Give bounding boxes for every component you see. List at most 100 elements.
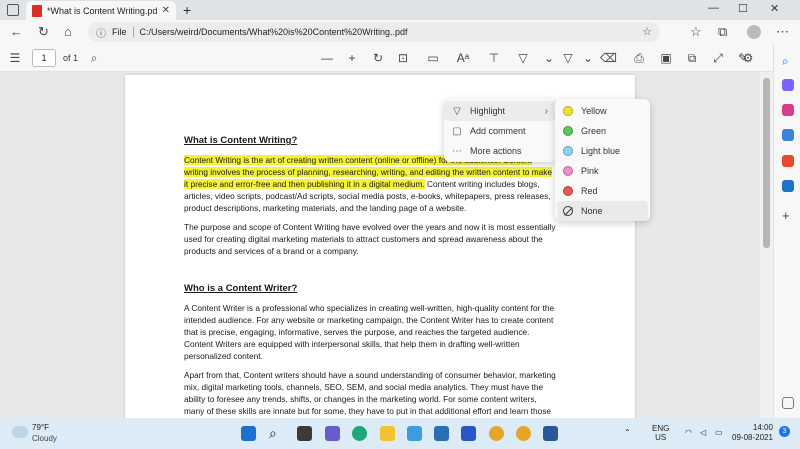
weather-condition[interactable]: Cloudy (32, 434, 57, 443)
highlight-options-icon[interactable]: ⌄ (580, 51, 596, 65)
green-swatch-icon (563, 126, 573, 136)
menu-item-add-comment[interactable]: ▢ Add comment (444, 121, 556, 141)
page-content: What is Content Writing? Content Writing… (184, 135, 556, 418)
scrollbar-thumb[interactable] (763, 78, 770, 248)
maximize-button[interactable]: ☐ (738, 2, 748, 15)
page-number-input[interactable]: 1 (32, 49, 56, 67)
search-icon[interactable]: ⌕ (86, 51, 102, 66)
clock[interactable]: 14:00 09-08-2021 (732, 423, 773, 443)
color-option-none[interactable]: None (557, 201, 648, 221)
pink-swatch-icon (563, 166, 573, 176)
notification-badge[interactable]: 3 (779, 426, 790, 437)
browser-tab[interactable]: *What is Content Writing.pdf ✕ (26, 1, 176, 20)
menu-item-more-actions[interactable]: ⋯ More actions (444, 141, 556, 161)
page-view-icon[interactable]: ▭ (425, 51, 441, 65)
zoom-out-icon[interactable]: — (319, 51, 335, 65)
color-option-light-blue[interactable]: Light blue (557, 141, 648, 161)
search-icon[interactable]: ⌕ (782, 55, 794, 67)
favorite-star-icon[interactable]: ☆ (642, 25, 652, 38)
paragraph-3: A Content Writer is a professional who s… (184, 303, 555, 361)
menu-item-highlight[interactable]: ▽ Highlight › (444, 101, 556, 121)
close-tab-icon[interactable]: ✕ (162, 5, 170, 16)
address-url: C:/Users/weird/Documents/What%20is%20Con… (139, 27, 408, 37)
language-indicator[interactable]: ENG US (652, 424, 669, 442)
fullscreen-icon[interactable]: ⤢ (710, 51, 726, 66)
erase-icon[interactable]: ⌫ (600, 51, 617, 65)
volume-icon[interactable]: ◁ (700, 428, 706, 437)
refresh-icon[interactable]: ↻ (38, 24, 49, 40)
address-divider (132, 27, 134, 37)
highlighter-icon: ▽ (453, 105, 461, 117)
fit-page-icon[interactable]: ⊡ (395, 51, 411, 65)
office-icon[interactable] (782, 155, 794, 167)
start-icon[interactable] (241, 426, 256, 441)
read-aloud-icon[interactable]: Aᵃ (455, 51, 471, 65)
paragraph-1[interactable]: Content Writing is the art of creating w… (184, 154, 556, 214)
wifi-icon[interactable]: ◠ (685, 428, 692, 437)
info-icon[interactable]: ⓘ (96, 25, 106, 40)
pdf-viewer: What is Content Writing? Content Writing… (0, 72, 773, 418)
save-as-icon[interactable]: ⧉ (684, 51, 700, 66)
color-label: Light blue (581, 146, 621, 156)
store-icon[interactable] (407, 426, 422, 441)
chrome-profile-icon[interactable] (516, 426, 531, 441)
save-icon[interactable]: ▣ (658, 51, 674, 65)
task-view-icon[interactable] (297, 426, 312, 441)
address-scheme: File (112, 27, 127, 37)
home-icon[interactable]: ⌂ (64, 24, 72, 39)
heading-content-writer: Who is a Content Writer? (184, 283, 298, 294)
favorites-icon[interactable]: ☆ (690, 24, 702, 40)
chevron-up-icon[interactable]: ⌃ (624, 428, 631, 437)
edge-icon[interactable] (352, 426, 367, 441)
color-label: Green (581, 126, 607, 136)
taskbar-search-icon[interactable]: ⌕ (269, 426, 284, 441)
profile-avatar[interactable] (747, 25, 761, 39)
settings-more-icon[interactable]: ⋯ (776, 24, 789, 40)
pdf-toolbar: ☰ 1 of 1 ⌕ — + ↻ ⊡ ▭ Aᵃ ⊤ ▽ ⌄ ▽ ⌄ ⌫ ⎙ ▣ … (0, 44, 773, 72)
app-icon[interactable] (461, 426, 476, 441)
cloud-icon[interactable] (12, 426, 28, 438)
print-icon[interactable]: ⎙ (631, 51, 647, 66)
chrome-icon[interactable] (489, 426, 504, 441)
address-field[interactable]: ⓘ File C:/Users/weird/Documents/What%20i… (88, 22, 660, 42)
zoom-in-icon[interactable]: + (344, 51, 360, 65)
page-count-label: of 1 (63, 53, 79, 63)
outlook-icon[interactable] (782, 180, 794, 192)
temperature[interactable]: 79°F (32, 423, 49, 432)
tab-actions-icon[interactable] (7, 4, 19, 16)
back-icon[interactable]: ← (10, 24, 23, 39)
add-icon[interactable]: + (782, 209, 794, 222)
menu-item-label: More actions (470, 146, 522, 156)
shopping-icon[interactable] (782, 104, 794, 116)
add-text-icon[interactable]: ⊤ (486, 51, 502, 65)
menu-item-label: Add comment (470, 126, 526, 136)
draw-options-icon[interactable]: ⌄ (541, 51, 557, 65)
language-code: ENG (652, 424, 670, 433)
edge-sidebar: ⌕ + (773, 44, 800, 418)
settings-icon[interactable]: ⚙ (740, 51, 756, 65)
close-window-button[interactable]: ✕ (770, 2, 779, 15)
sidebar-settings-icon[interactable] (782, 397, 794, 409)
color-option-red[interactable]: Red (557, 181, 648, 201)
battery-icon[interactable]: ▭ (715, 428, 723, 437)
mail-icon[interactable] (434, 426, 449, 441)
color-option-yellow[interactable]: Yellow (557, 101, 648, 121)
vertical-scrollbar[interactable] (760, 72, 773, 418)
tools-icon[interactable] (782, 129, 794, 141)
contents-icon[interactable]: ☰ (7, 51, 23, 65)
color-option-pink[interactable]: Pink (557, 161, 648, 181)
discover-icon[interactable] (782, 79, 794, 91)
collections-icon[interactable]: ⧉ (718, 24, 727, 40)
new-tab-button[interactable]: + (183, 2, 191, 18)
file-explorer-icon[interactable] (380, 426, 395, 441)
time: 14:00 (752, 423, 773, 432)
minimize-button[interactable]: — (708, 2, 719, 14)
highlight-icon[interactable]: ▽ (560, 51, 576, 65)
rotate-icon[interactable]: ↻ (370, 51, 386, 65)
chat-icon[interactable] (325, 426, 340, 441)
draw-icon[interactable]: ▽ (515, 51, 531, 65)
taskbar: 79°F Cloudy ⌕ ⌃ ENG US ◠ ◁ ▭ 14:00 09-08… (0, 418, 800, 449)
word-icon[interactable] (543, 426, 558, 441)
color-option-green[interactable]: Green (557, 121, 648, 141)
